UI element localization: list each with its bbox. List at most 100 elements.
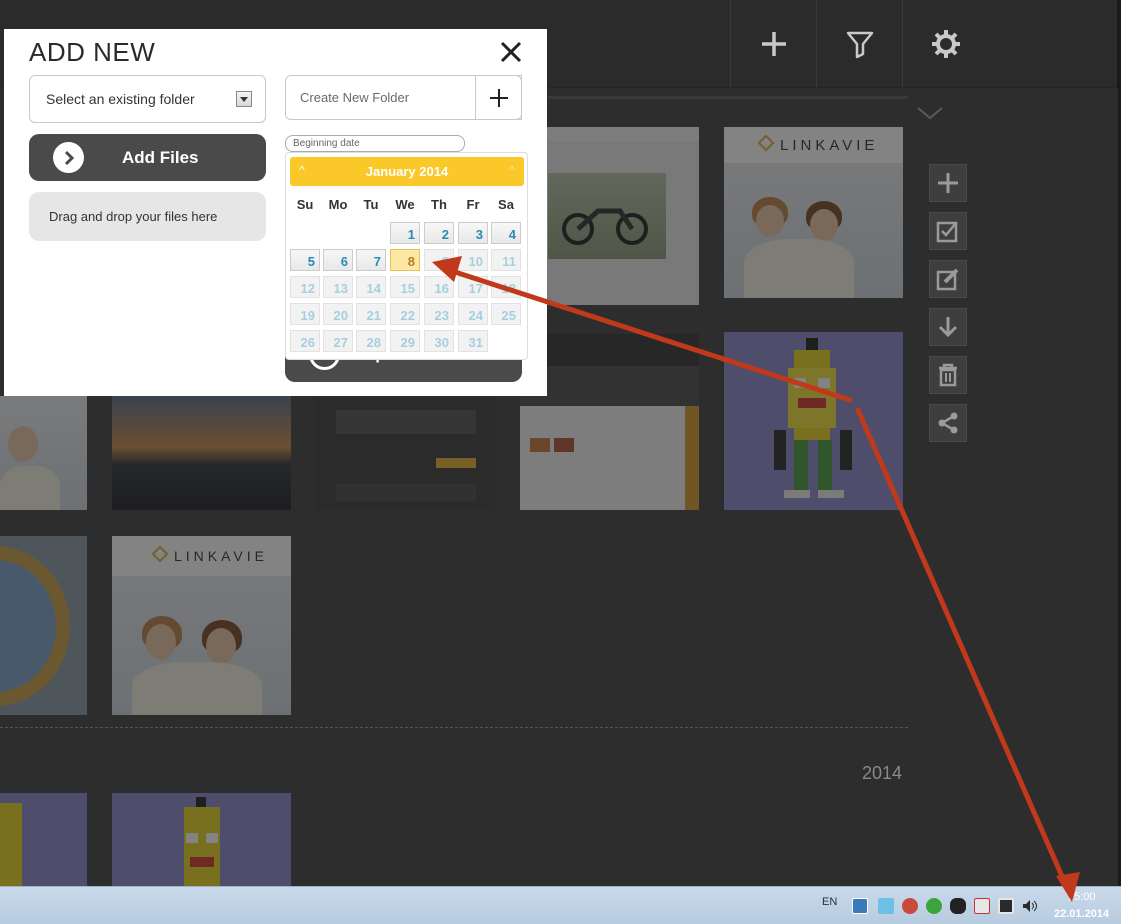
add-files-button[interactable]: Add Files [29,134,266,181]
clock-date[interactable]: 22.01.2014 [1054,908,1109,920]
filter-button[interactable] [816,0,902,88]
trash-icon [939,363,957,387]
folder-select-value: Select an existing folder [46,91,195,107]
antivirus-icon[interactable] [950,898,966,914]
checkbox-icon [936,221,958,243]
calendar-day: 17 [458,276,488,298]
weekday-header: We [395,197,415,212]
datepicker-month-label: January 2014 [365,164,449,179]
side-toolbar [929,164,967,452]
add-item-button[interactable] [929,164,967,202]
section-divider [548,96,908,99]
add-button[interactable] [730,0,816,88]
network-icon[interactable] [998,898,1014,914]
thumbnail-sunset[interactable] [112,396,291,510]
plus-icon [489,88,508,107]
download-button[interactable] [929,308,967,346]
calendar-day[interactable]: 6 [323,249,353,271]
calendar-day[interactable]: 5 [290,249,320,271]
calendar-day[interactable]: 7 [356,249,386,271]
calendar-day: 16 [424,276,454,298]
calendar-day: 11 [491,249,521,271]
calendar-day: 29 [390,330,420,352]
calendar-day: 22 [390,303,420,325]
calendar-day[interactable]: 3 [458,222,488,244]
weekday-header: Su [296,197,314,212]
calendar-day: 12 [290,276,320,298]
remote-desktop-icon[interactable] [852,898,868,914]
thumbnail-pixel-banana[interactable] [724,332,903,510]
calendar-day: 23 [424,303,454,325]
calendar-day: 19 [290,303,320,325]
calendar-day: 30 [424,330,454,352]
calendar-day: 31 [458,330,488,352]
calendar-day: 25 [491,303,521,325]
motorcycle-image [562,208,648,245]
calendar-day: 15 [390,276,420,298]
chevron-right-icon [53,142,84,173]
year-label: 2014 [862,763,903,783]
new-folder-input[interactable] [286,76,475,119]
thumbnail-porthole[interactable] [0,536,87,715]
weekday-header: Mo [328,197,348,212]
language-indicator[interactable]: EN [822,896,837,908]
settings-button[interactable] [902,0,988,88]
alert-app-icon[interactable] [902,898,918,914]
calendar-day: 9 [424,249,454,271]
drop-zone-text: Drag and drop your files here [49,209,218,224]
share-icon [938,412,958,434]
download-arrow-icon [938,317,958,338]
file-drop-zone[interactable]: Drag and drop your files here [29,192,266,241]
weekday-header: Th [431,197,447,212]
existing-folder-select[interactable]: Select an existing folder [29,75,266,123]
plus-icon [938,173,958,193]
delete-button[interactable] [929,356,967,394]
chevron-down-icon[interactable] [908,98,952,128]
beginning-date-input[interactable] [285,135,465,152]
section-separator [0,727,908,728]
thumbnail-linkavie-family[interactable]: LINKAVIE [724,127,903,298]
weekday-header: Tu [363,197,379,212]
calendar-day[interactable]: 4 [491,222,521,244]
plus-icon [761,32,786,56]
share-button[interactable] [929,404,967,442]
create-folder-button[interactable] [475,75,522,120]
cloud-app-icon[interactable] [878,898,894,914]
calendar-day: 21 [356,303,386,325]
thumbnail-family-partial[interactable] [0,396,87,510]
thumbnail-linkavie-family-2[interactable]: LINKAVIE [112,536,291,715]
calendar-day: 10 [458,249,488,271]
dropdown-arrow-icon[interactable] [236,91,252,107]
thumbnail-web-form[interactable] [316,380,495,510]
add-files-label: Add Files [122,148,199,167]
weekday-header: Fr [466,197,480,212]
pixel-banana-image [774,338,852,498]
next-month-icon[interactable]: ^ [504,163,520,179]
thumbnail-pixel-banana-partial[interactable] [0,793,87,886]
calendar-day[interactable]: 1 [390,222,420,244]
calendar-day[interactable]: 2 [424,222,454,244]
calendar-day[interactable]: 8 [390,249,420,271]
pixel-banana-image [184,797,220,886]
datepicker-header: ^ January 2014 ^ [290,157,524,186]
calendar-day: 18 [491,276,521,298]
action-center-icon[interactable] [974,898,990,914]
calendar-day: 27 [323,330,353,352]
new-folder-field [285,75,522,120]
security-check-icon[interactable] [926,898,942,914]
edit-button[interactable] [929,260,967,298]
weekday-header: Sa [498,197,514,212]
dialog-title: ADD NEW [29,37,156,67]
calendar-day: 24 [458,303,488,325]
taskbar: EN 15:00 22.01.2014 [0,886,1121,924]
edit-icon [936,268,959,291]
gear-icon [931,30,960,58]
select-button[interactable] [929,212,967,250]
filter-icon [846,31,873,59]
close-icon[interactable] [499,40,523,64]
calendar-day: 26 [290,330,320,352]
calendar-day: 14 [356,276,386,298]
volume-icon[interactable] [1022,898,1038,914]
thumbnail-pixel-banana-2[interactable] [112,793,291,886]
clock-time[interactable]: 15:00 [1068,891,1096,903]
